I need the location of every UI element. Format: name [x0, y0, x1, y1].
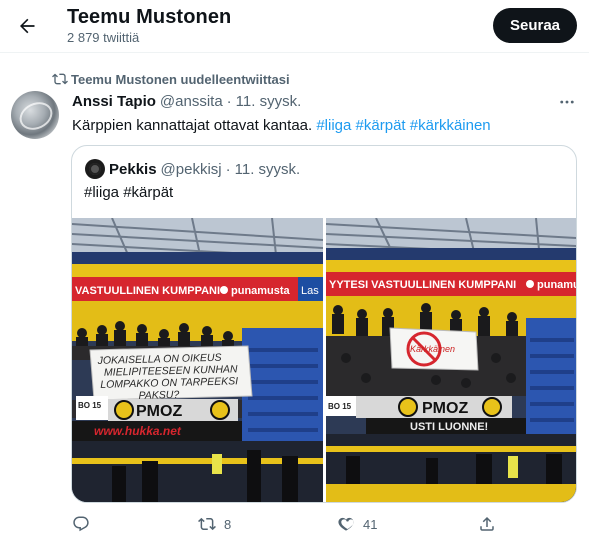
board-brand-2: punamusta: [537, 279, 577, 291]
quoted-text: #liiga #kärpät: [84, 184, 174, 201]
rail-text-1: www.hukka.net: [94, 424, 182, 438]
quoted-avatar[interactable]: [85, 159, 105, 179]
board-text-1: VASTUULLINEN KUMPPANI: [75, 285, 220, 297]
profile-name: Teemu Mustonen: [67, 6, 232, 28]
retweet-button[interactable]: 8: [198, 512, 231, 536]
profile-header: Teemu Mustonen 2 879 twiittiä Seuraa: [0, 0, 589, 53]
more-options-button[interactable]: [556, 92, 578, 112]
arena-photo-2: YYTESI VASTUULLINEN KUMPPANI punamusta: [326, 218, 577, 502]
reply-button[interactable]: [72, 512, 90, 536]
quoted-author-handle[interactable]: @pekkisj: [161, 161, 222, 178]
quoted-photo-1[interactable]: VASTUULLINEN KUMPPANI punamusta Las JOKA…: [72, 218, 323, 502]
hashtag-link[interactable]: #liiga: [316, 117, 351, 134]
like-count: 41: [363, 516, 378, 532]
reply-icon: [73, 516, 89, 532]
board-brand-1: punamusta: [231, 285, 291, 297]
share-button[interactable]: [478, 512, 496, 536]
heart-icon: [338, 517, 354, 531]
retweet-icon: [198, 517, 216, 531]
back-button[interactable]: [10, 9, 44, 43]
quoted-author-name[interactable]: Pekkis: [109, 161, 157, 178]
share-icon: [480, 516, 494, 531]
board-text-2: YYTESI VASTUULLINEN KUMPPANI: [329, 279, 516, 291]
quoted-separator-dot: ·: [225, 161, 231, 178]
number-flag-1: BO 15: [78, 401, 102, 410]
retweet-context-label: Teemu Mustonen uudelleentwiittasi: [71, 71, 290, 87]
flag-text-2: PMOZ: [422, 400, 468, 417]
quoted-tweet[interactable]: Pekkis @pekkisj · 11. syysk. #liiga #kär…: [71, 145, 577, 503]
flag-text-1: PMOZ: [136, 403, 182, 420]
retweet-icon: [52, 73, 68, 85]
author-handle[interactable]: @anssita: [160, 93, 223, 110]
more-horizontal-icon: [560, 100, 574, 104]
retweet-count: 8: [224, 516, 232, 532]
banner-text-2: Kärkkäinen: [410, 344, 455, 354]
follow-button[interactable]: Seuraa: [493, 8, 577, 43]
hashtag-link[interactable]: #kärkkäinen: [410, 117, 491, 134]
hashtag-link[interactable]: #kärpät: [356, 117, 406, 134]
tweet-text: Kärppien kannattajat ottavat kantaa. #li…: [72, 116, 491, 136]
tweet-date[interactable]: 11. syysk.: [236, 93, 302, 110]
like-button[interactable]: 41: [337, 512, 377, 536]
rail-text-2: USTI LUONNE!: [410, 421, 488, 433]
arrow-left-icon: [20, 18, 35, 34]
avatar[interactable]: [11, 91, 59, 139]
tweet-text-plain: Kärppien kannattajat ottavat kantaa.: [72, 117, 317, 134]
tweet-author-line: Anssi Tapio @anssita · 11. syysk.: [72, 93, 301, 110]
retweet-context[interactable]: Teemu Mustonen uudelleentwiittasi: [52, 71, 290, 87]
quoted-photo-2[interactable]: YYTESI VASTUULLINEN KUMPPANI punamusta: [326, 218, 577, 502]
quoted-author-line: Pekkis @pekkisj · 11. syysk.: [109, 161, 300, 178]
quoted-date[interactable]: 11. syysk.: [235, 161, 301, 178]
arena-photo-1: VASTUULLINEN KUMPPANI punamusta Las JOKA…: [72, 218, 323, 502]
tweet-actions: 8 41: [72, 512, 578, 536]
separator-dot: ·: [226, 93, 232, 110]
board-extra-1: Las: [301, 285, 319, 297]
tweet-count: 2 879 twiittiä: [67, 30, 140, 45]
number-flag-2: BO 15: [328, 402, 352, 411]
author-name[interactable]: Anssi Tapio: [72, 93, 156, 110]
